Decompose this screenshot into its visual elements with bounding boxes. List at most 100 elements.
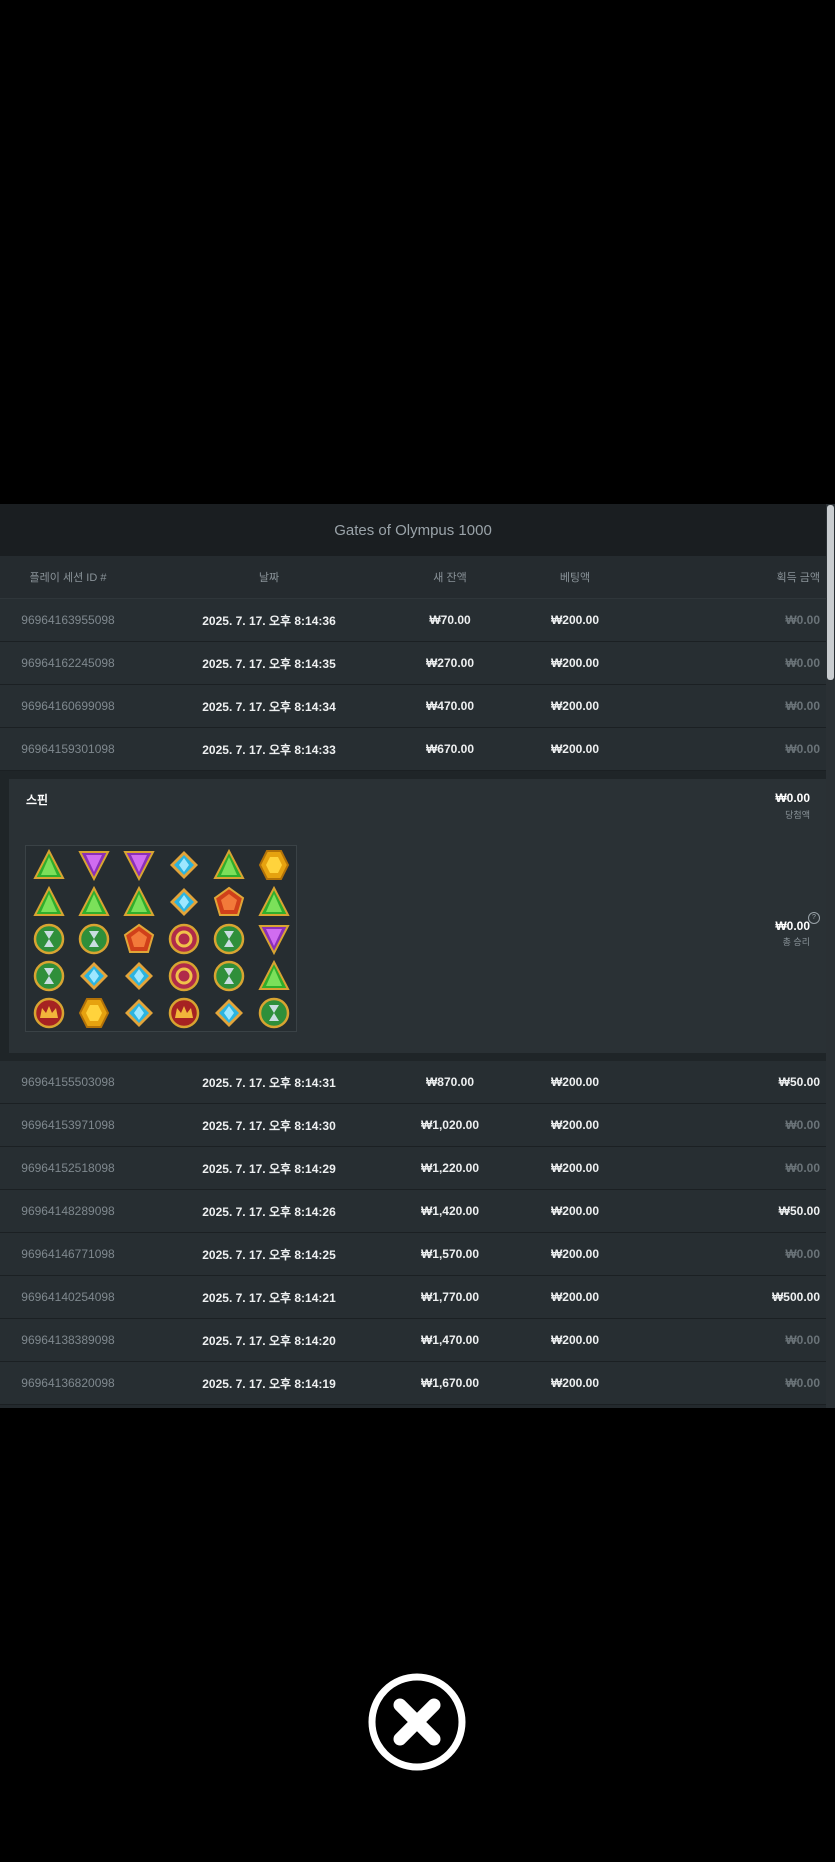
reel-cell [71,920,116,957]
history-panel: Gates of Olympus 1000 플레이 세션 ID # 날짜 새 잔… [0,504,826,1408]
reel-cell [161,883,206,920]
table-row[interactable]: 96964148289098 2025. 7. 17. 오후 8:14:26 ₩1,… [0,1190,826,1233]
reel-cell [161,846,206,883]
green-triangle-icon [212,848,245,879]
row-date: 2025. 7. 17. 오후 8:14:36 [202,613,336,628]
reel-grid [25,845,297,1032]
row-bet: ₩200.00 [550,699,600,713]
reel-cell [116,994,161,1031]
reel-cell [161,920,206,957]
row-balance: ₩670.00 [425,742,475,756]
table-row[interactable]: 96964138389098 2025. 7. 17. 오후 8:14:20 ₩1,… [0,1319,826,1362]
row-win: ₩0.00 [785,1376,820,1390]
red-pentagon-icon [123,923,154,953]
reel-cell [26,920,71,957]
hourglass-orb-icon [213,960,244,991]
row-date: 2025. 7. 17. 오후 8:14:29 [202,1161,336,1176]
reel-cell [71,994,116,1031]
reel-cell [251,846,296,883]
table-row[interactable]: 96964162245098 2025. 7. 17. 오후 8:14:35 ₩27… [0,642,826,685]
reel-cell [206,883,251,920]
row-balance: ₩1,570.00 [420,1247,480,1261]
blue-diamond-icon [124,998,153,1027]
red-pentagon-icon [213,886,244,916]
spin-label: 스핀 [26,793,49,807]
hourglass-orb-icon [33,960,64,991]
session-id: 96964138389098 [21,1333,115,1347]
scrollbar-thumb[interactable] [827,505,834,680]
reel-cell [161,957,206,994]
reel-cell [206,846,251,883]
purple-triangle-icon [77,850,110,881]
rows-top: 96964163955098 2025. 7. 17. 오후 8:14:36 ₩70… [0,599,826,771]
table-row[interactable]: 96964136820098 2025. 7. 17. 오후 8:14:19 ₩1,… [0,1362,826,1405]
table-row[interactable]: 96964146771098 2025. 7. 17. 오후 8:14:25 ₩1,… [0,1233,826,1276]
hourglass-orb-icon [78,923,109,954]
row-date: 2025. 7. 17. 오후 8:14:30 [202,1118,336,1133]
green-triangle-icon [32,885,65,916]
row-date: 2025. 7. 17. 오후 8:14:33 [202,742,336,757]
purple-triangle-icon [122,850,155,881]
reel-cell [206,957,251,994]
rows-bottom: 96964155503098 2025. 7. 17. 오후 8:14:31 ₩87… [0,1061,826,1405]
session-id: 96964140254098 [21,1290,115,1304]
row-date: 2025. 7. 17. 오후 8:14:35 [202,656,336,671]
session-id: 96964160699098 [21,699,115,713]
round-detail-card: 스핀 ₩0.00 당첨액 ? ₩0.00 총 승리 [9,779,826,1053]
session-id: 96964163955098 [21,613,115,627]
row-bet: ₩200.00 [550,742,600,756]
close-icon[interactable] [367,1672,467,1772]
reel-cell [26,957,71,994]
crown-orb-icon [168,997,199,1028]
row-date: 2025. 7. 17. 오후 8:14:26 [202,1204,336,1219]
row-balance: ₩1,420.00 [420,1204,480,1218]
row-bet: ₩200.00 [550,656,600,670]
yellow-hexagon-icon [78,997,109,1028]
reel-cell [71,957,116,994]
row-win: ₩500.00 [771,1290,820,1304]
reel-cell [251,957,296,994]
row-bet: ₩200.00 [550,1075,600,1089]
green-triangle-icon [77,885,110,916]
reel-cell [161,994,206,1031]
row-date: 2025. 7. 17. 오후 8:14:34 [202,699,336,714]
row-balance: ₩1,220.00 [420,1161,480,1175]
reel-cell [116,846,161,883]
row-balance: ₩1,020.00 [420,1118,480,1132]
reel-cell [251,994,296,1031]
green-triangle-icon [257,959,290,990]
table-row[interactable]: 96964163955098 2025. 7. 17. 오후 8:14:36 ₩70… [0,599,826,642]
purple-triangle-icon [257,924,290,955]
row-win: ₩0.00 [785,699,820,713]
total-win-amount: ₩0.00 [775,919,810,933]
reel-cell [26,883,71,920]
session-id: 96964152518098 [21,1161,115,1175]
hourglass-orb-icon [33,923,64,954]
session-id: 96964159301098 [21,742,115,756]
table-row[interactable]: 96964140254098 2025. 7. 17. 오후 8:14:21 ₩1,… [0,1276,826,1319]
row-bet: ₩200.00 [550,1376,600,1390]
row-win: ₩0.00 [785,1161,820,1175]
green-triangle-icon [122,885,155,916]
row-win: ₩0.00 [785,1247,820,1261]
session-id: 96964136820098 [21,1376,115,1390]
row-bet: ₩200.00 [550,613,600,627]
hourglass-orb-icon [258,997,289,1028]
round-detail: 스핀 ₩0.00 당첨액 ? ₩0.00 총 승리 [0,771,826,1061]
row-balance: ₩1,670.00 [420,1376,480,1390]
row-bet: ₩200.00 [550,1247,600,1261]
col-session-id: 플레이 세션 ID # [29,572,107,584]
row-bet: ₩200.00 [550,1204,600,1218]
blue-diamond-icon [79,961,108,990]
table-row[interactable]: 96964152518098 2025. 7. 17. 오후 8:14:29 ₩1,… [0,1147,826,1190]
session-id: 96964146771098 [21,1247,115,1261]
table-row[interactable]: 96964153971098 2025. 7. 17. 오후 8:14:30 ₩1,… [0,1104,826,1147]
row-balance: ₩870.00 [425,1075,475,1089]
blue-diamond-icon [169,850,198,879]
reel-cell [71,883,116,920]
table-row[interactable]: 96964160699098 2025. 7. 17. 오후 8:14:34 ₩47… [0,685,826,728]
row-bet: ₩200.00 [550,1161,600,1175]
table-row[interactable]: 96964159301098 2025. 7. 17. 오후 8:14:33 ₩67… [0,728,826,771]
row-date: 2025. 7. 17. 오후 8:14:31 [202,1075,336,1090]
table-row[interactable]: 96964155503098 2025. 7. 17. 오후 8:14:31 ₩87… [0,1061,826,1104]
